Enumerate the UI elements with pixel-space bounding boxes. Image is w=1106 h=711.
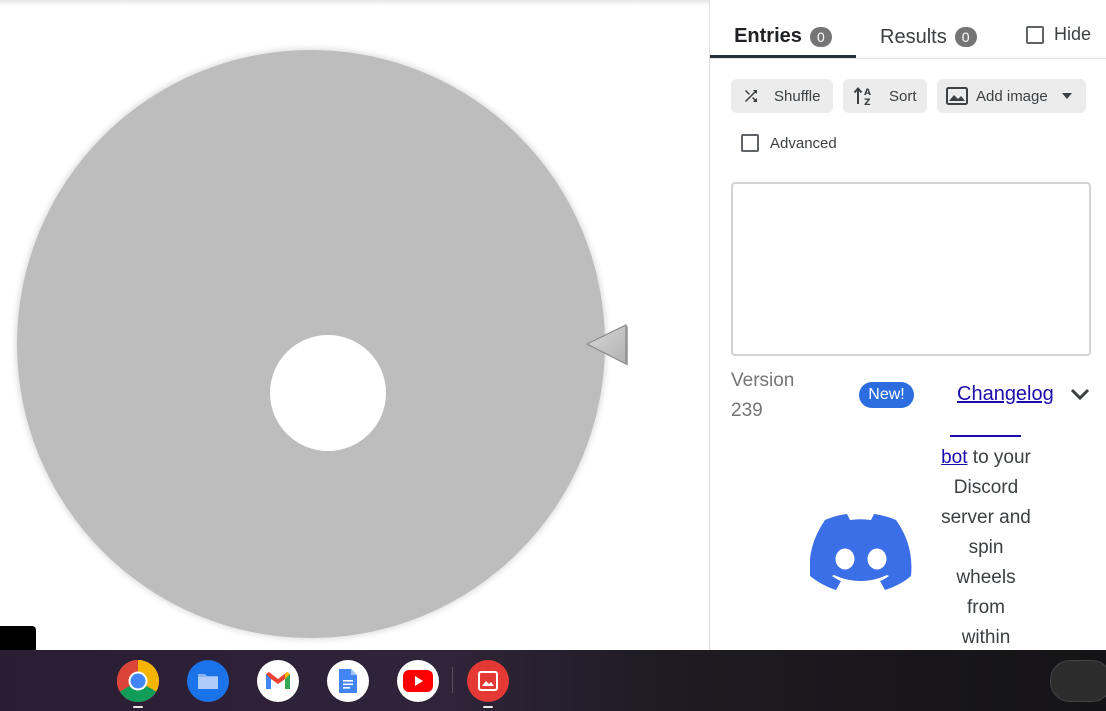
sort-button[interactable]: A Z Sort: [843, 79, 927, 113]
taskbar-shelf: [0, 650, 1106, 711]
status-tray[interactable]: [1050, 660, 1106, 702]
tab-entries[interactable]: Entries 0: [710, 18, 856, 58]
files-app[interactable]: [187, 660, 229, 702]
promo-first-line: bot to your: [928, 443, 1044, 473]
discord-icon: [810, 514, 912, 590]
promo-line-3: spin: [968, 537, 1004, 558]
chrome-app[interactable]: [117, 660, 159, 708]
gallery-icon: [478, 671, 498, 691]
advanced-checkbox[interactable]: [741, 134, 759, 152]
youtube-app[interactable]: [397, 660, 439, 702]
entries-textarea[interactable]: [731, 182, 1091, 356]
discord-promo-text: bot to your Discord server and spin whee…: [928, 443, 1044, 653]
docs-icon: [339, 669, 357, 693]
gallery-running-indicator: [483, 706, 493, 708]
shelf-divider: [452, 667, 453, 693]
bot-link[interactable]: bot: [941, 447, 967, 468]
promo-link-underline: [950, 435, 1021, 437]
panel-tabs: Entries 0 Results 0 Hide: [710, 18, 1106, 58]
side-panel: Entries 0 Results 0 Hide Shuffle A Z Sor…: [709, 0, 1106, 650]
promo-line-0: to your: [972, 447, 1031, 468]
docs-app[interactable]: [327, 660, 369, 702]
results-count-badge: 0: [954, 27, 977, 47]
wheel-hub[interactable]: [270, 335, 386, 451]
tab-results-label: Results: [880, 25, 947, 48]
sort-label: Sort: [889, 87, 917, 105]
chevron-down-icon[interactable]: [1070, 387, 1090, 401]
new-badge: New!: [859, 382, 914, 408]
promo-line-1: Discord: [953, 477, 1019, 498]
promo-line-2: server and: [941, 507, 1031, 528]
shuffle-icon: [745, 90, 757, 102]
promo-line-5: from: [967, 597, 1005, 618]
gallery-app[interactable]: [467, 660, 509, 708]
caret-down-icon: [1061, 93, 1072, 99]
gmail-icon: [266, 672, 290, 689]
add-image-label: Add image: [976, 87, 1048, 105]
version-number: 239: [731, 400, 763, 421]
changelog-link[interactable]: Changelog: [957, 383, 1054, 406]
svg-text:A: A: [864, 88, 871, 98]
hide-checkbox[interactable]: [1026, 25, 1044, 44]
gmail-app[interactable]: [257, 660, 299, 702]
spin-wheel[interactable]: [17, 50, 605, 638]
advanced-label: Advanced: [770, 134, 837, 152]
add-image-button[interactable]: Add image: [937, 79, 1086, 113]
shuffle-label: Shuffle: [774, 87, 821, 105]
hide-toggle[interactable]: Hide: [1026, 24, 1091, 45]
advanced-toggle[interactable]: Advanced: [741, 134, 837, 152]
corner-tab[interactable]: [0, 626, 36, 650]
promo-line-6: within: [961, 627, 1011, 648]
entries-panel: Shuffle A Z Sort Add image Advanced Vers…: [710, 58, 1106, 651]
tab-entries-label: Entries: [734, 25, 802, 47]
hide-label: Hide: [1054, 24, 1092, 44]
image-icon: [946, 87, 968, 105]
tab-results[interactable]: Results 0: [880, 18, 980, 56]
version-label: Version: [731, 370, 795, 391]
files-icon: [198, 674, 218, 689]
promo-line-4: wheels: [956, 567, 1016, 588]
youtube-icon: [403, 670, 433, 692]
chrome-icon: [117, 660, 159, 702]
svg-text:Z: Z: [864, 98, 871, 106]
version-info: Version 239: [731, 366, 821, 426]
entries-count-badge: 0: [809, 26, 832, 47]
wheel-area: [0, 0, 708, 650]
wheel-pointer-icon: [585, 324, 628, 366]
chrome-running-indicator: [133, 706, 143, 708]
shuffle-button[interactable]: Shuffle: [731, 79, 833, 113]
sort-az-icon: A Z: [853, 86, 871, 106]
